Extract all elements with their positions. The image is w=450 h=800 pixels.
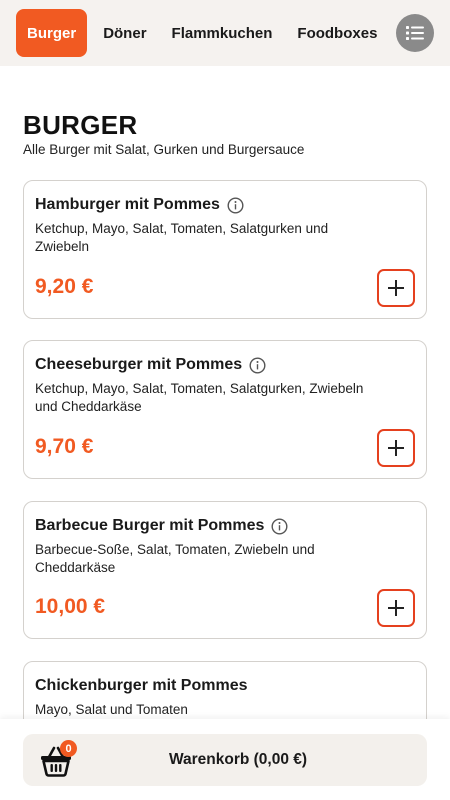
tab-doener[interactable]: Döner bbox=[93, 9, 156, 57]
add-to-cart-button[interactable] bbox=[377, 269, 415, 307]
product-description: Ketchup, Mayo, Salat, Tomaten, Salatgurk… bbox=[35, 381, 364, 414]
plus-icon bbox=[388, 280, 404, 296]
product-name: Hamburger mit Pommes bbox=[35, 196, 220, 213]
product-name-row: Cheeseburger mit Pommes bbox=[35, 356, 266, 374]
section-subtitle: Alle Burger mit Salat, Gurken und Burger… bbox=[23, 142, 305, 157]
product-description: Mayo, Salat und Tomaten bbox=[35, 702, 188, 717]
product-description: Barbecue-Soße, Salat, Tomaten, Zwiebeln … bbox=[35, 542, 315, 575]
cart-footer: 0 Warenkorb (0,00 €) bbox=[0, 719, 450, 800]
product-price: 9,70 € bbox=[35, 435, 94, 458]
tab-flammkuchen[interactable]: Flammkuchen bbox=[162, 9, 283, 57]
plus-icon bbox=[388, 440, 404, 456]
product-description: Ketchup, Mayo, Salat, Tomaten, Salatgurk… bbox=[35, 221, 329, 254]
product-card[interactable]: Barbecue Burger mit Pommes Barbecue-Soße… bbox=[23, 501, 427, 639]
product-card[interactable]: Cheeseburger mit Pommes Ketchup, Mayo, S… bbox=[23, 340, 427, 479]
product-name-row: Hamburger mit Pommes bbox=[35, 196, 244, 214]
product-name: Chickenburger mit Pommes bbox=[35, 677, 248, 694]
add-to-cart-button[interactable] bbox=[377, 589, 415, 627]
tab-burger[interactable]: Burger bbox=[16, 9, 88, 57]
category-list-button[interactable] bbox=[396, 14, 434, 52]
product-name-row: Chickenburger mit Pommes bbox=[35, 677, 248, 695]
product-price: 9,20 € bbox=[35, 275, 94, 298]
info-icon[interactable] bbox=[249, 356, 266, 374]
plus-icon bbox=[388, 600, 404, 616]
product-name: Barbecue Burger mit Pommes bbox=[35, 517, 265, 534]
tab-foodboxes[interactable]: Foodboxes bbox=[287, 9, 387, 57]
product-price: 10,00 € bbox=[35, 595, 106, 618]
cart-button[interactable]: 0 Warenkorb (0,00 €) bbox=[23, 734, 427, 786]
product-name-row: Barbecue Burger mit Pommes bbox=[35, 517, 288, 535]
product-card[interactable]: Hamburger mit Pommes Ketchup, Mayo, Sala… bbox=[23, 180, 427, 319]
list-icon bbox=[406, 26, 424, 40]
add-to-cart-button[interactable] bbox=[377, 429, 415, 467]
info-icon[interactable] bbox=[227, 196, 244, 214]
cart-label: Warenkorb (0,00 €) bbox=[168, 751, 308, 768]
category-nav: Burger Döner Flammkuchen Foodboxes bbox=[0, 0, 450, 66]
section-title: BURGER bbox=[23, 110, 138, 140]
info-icon[interactable] bbox=[271, 517, 288, 535]
product-name: Cheeseburger mit Pommes bbox=[35, 356, 243, 373]
